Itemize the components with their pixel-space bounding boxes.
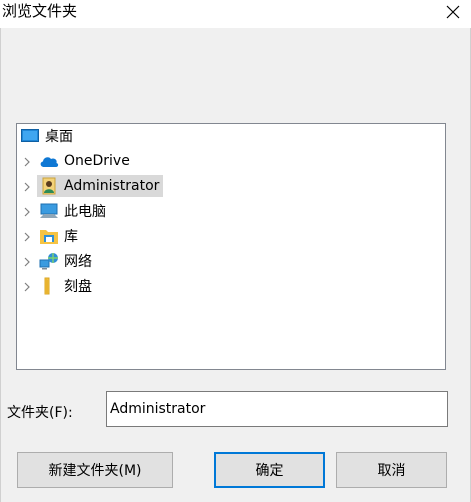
tree-item-library[interactable]: 库 [37, 225, 82, 247]
ok-button[interactable]: 确定 [214, 452, 325, 488]
tree-item-this-pc[interactable]: 此电脑 [37, 200, 110, 222]
tree-item-administrator[interactable]: Administrator [37, 175, 164, 197]
expand-chevron-icon[interactable] [21, 275, 33, 299]
network-icon [39, 251, 59, 271]
title-bar: 浏览文件夹 [0, 0, 471, 28]
tree-item-desktop[interactable]: 桌面 [18, 125, 77, 147]
tree-item-label: 桌面 [45, 129, 73, 145]
expand-chevron-icon[interactable] [21, 225, 33, 249]
folder-input[interactable] [106, 391, 448, 427]
library-icon [39, 226, 59, 246]
tree-item-network[interactable]: 网络 [37, 250, 96, 272]
close-button[interactable] [439, 0, 467, 24]
tree-item-label: 网络 [64, 254, 92, 270]
folder-icon [39, 276, 59, 296]
expand-chevron-icon[interactable] [21, 200, 33, 224]
expand-chevron-icon[interactable] [21, 250, 33, 274]
desktop-icon [20, 126, 40, 146]
window-border-left [0, 28, 1, 502]
expand-chevron-icon[interactable] [21, 150, 33, 174]
new-folder-button[interactable]: 新建文件夹(M) [17, 452, 173, 488]
user-icon [39, 176, 59, 196]
tree-item-onedrive[interactable]: OneDrive [37, 150, 134, 172]
cloud-icon [39, 151, 59, 171]
folder-tree[interactable]: 桌面 OneDrive Administrator 此电脑 库 网络 刻盘 [16, 123, 446, 370]
folder-field-label: 文件夹(F): [7, 405, 73, 421]
tree-item-label: Administrator [64, 178, 160, 194]
cancel-button[interactable]: 取消 [336, 452, 447, 488]
expand-chevron-icon[interactable] [21, 175, 33, 199]
computer-icon [39, 201, 59, 221]
window-title: 浏览文件夹 [2, 2, 78, 20]
tree-item-label: 刻盘 [64, 279, 92, 295]
tree-item-label: OneDrive [64, 153, 130, 169]
close-icon [446, 5, 460, 19]
tree-item-label: 此电脑 [64, 204, 106, 220]
tree-item-burn[interactable]: 刻盘 [37, 275, 96, 297]
tree-item-label: 库 [64, 229, 78, 245]
